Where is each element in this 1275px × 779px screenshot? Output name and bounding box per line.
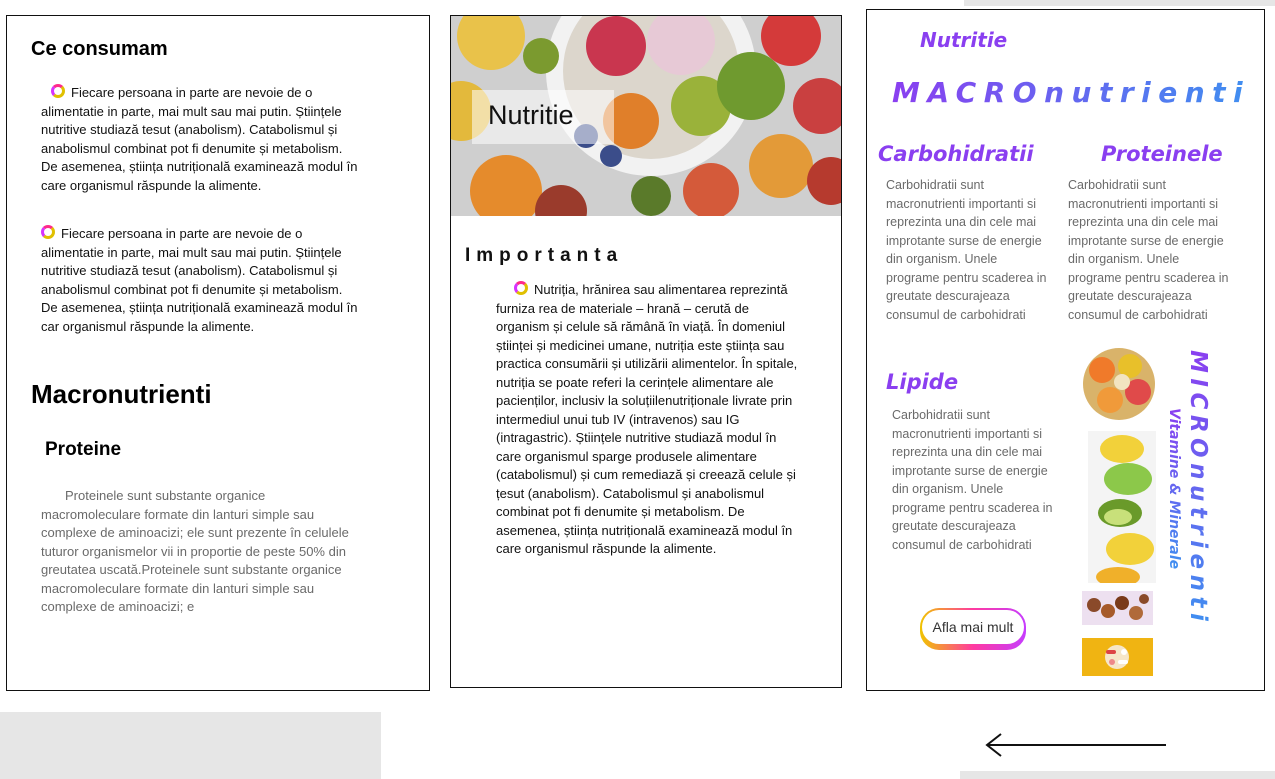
macro-title: MACROnutrienti <box>892 76 1251 109</box>
learn-more-button[interactable]: Afla mai mult <box>920 608 1026 650</box>
micro-title: MICROnutrienti <box>1185 350 1211 627</box>
bullet-ring-icon <box>514 281 528 295</box>
top-label: Nutritie <box>920 28 1008 52</box>
learn-more-label: Afla mai mult <box>922 610 1024 644</box>
carbs-heading: Carbohidratii <box>878 142 1034 166</box>
paragraph-2: Fiecare persoana in parte are nevoie de … <box>41 225 358 334</box>
panel-title: Ce consumam <box>31 38 168 60</box>
proteins-text: Carbohidratii sunt macronutrienti import… <box>1068 178 1229 322</box>
proteins-body: Proteinele sunt substante organice macro… <box>41 488 349 614</box>
grey-block-top-right <box>964 0 1275 6</box>
importance-body: Nutriția, hrănirea sau alimentarea repre… <box>496 281 798 556</box>
importance-heading: Importanta <box>465 245 624 266</box>
bullet-ring-icon <box>41 225 55 239</box>
carbs-text: Carbohidratii sunt macronutrienti import… <box>886 178 1047 322</box>
grey-block-bottom-left <box>0 712 381 779</box>
middle-panel: Nutritie Importanta Nutriția, hrănirea s… <box>450 15 842 688</box>
micro-subtitle: Vitamine & Minerale <box>1166 408 1182 570</box>
pills-icon <box>1105 645 1129 669</box>
nuts-image <box>1082 591 1153 625</box>
lipids-heading: Lipide <box>886 370 959 394</box>
bullet-ring-icon <box>51 84 65 98</box>
paragraph-1: Fiecare persoana in parte are nevoie de … <box>41 84 358 193</box>
lipids-text: Carbohidratii sunt macronutrienti import… <box>892 408 1053 552</box>
proteins-heading: Proteinele <box>1101 142 1223 166</box>
section-subheading: Proteine <box>45 439 122 460</box>
back-arrow-button[interactable] <box>984 730 1168 760</box>
back-arrow-icon <box>985 733 1166 757</box>
nuts-icon <box>1087 594 1149 620</box>
section-heading: Macronutrienti <box>31 379 212 409</box>
citrus-image <box>1080 348 1158 420</box>
pills-image <box>1082 638 1153 676</box>
hero-image: Nutritie <box>451 16 841 216</box>
right-panel: Nutritie MACROnutrienti Carbohidratii Ca… <box>866 9 1265 691</box>
fruit-slices-image <box>1096 435 1154 587</box>
fruit-stack-image <box>1088 431 1156 587</box>
left-panel: Ce consumam Fiecare persoana in parte ar… <box>6 15 430 691</box>
citrus-plate-image <box>1083 348 1155 420</box>
grey-block-bottom-right <box>960 771 1275 779</box>
hero-label: Nutritie <box>488 100 574 130</box>
